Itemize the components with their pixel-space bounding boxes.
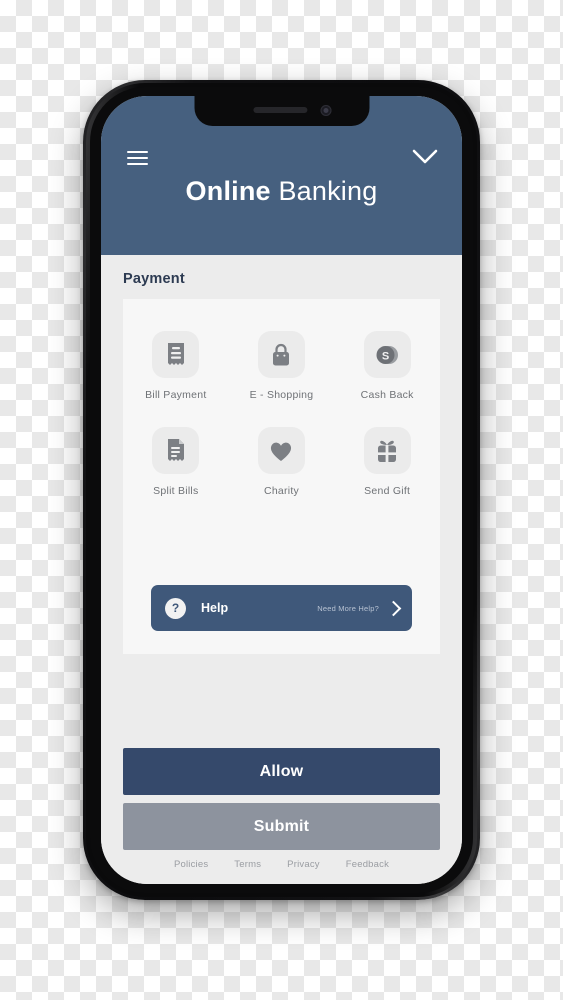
tile-bill-payment[interactable]: Bill Payment: [123, 331, 229, 401]
tile-charity[interactable]: Charity: [229, 427, 335, 497]
gift-box-icon: [363, 427, 411, 474]
phone-device-frame: Online Banking Payment Bill Payment E - …: [83, 80, 480, 900]
footer-link-privacy[interactable]: Privacy: [287, 859, 320, 870]
coin-dollar-icon: S: [363, 331, 411, 378]
hamburger-menu-icon[interactable]: [127, 151, 148, 165]
tile-label: Split Bills: [153, 485, 199, 497]
footer-link-feedback[interactable]: Feedback: [346, 859, 389, 870]
app-title-light: Banking: [278, 176, 378, 206]
submit-button[interactable]: Submit: [123, 803, 440, 850]
tile-label: Send Gift: [364, 485, 411, 497]
chevron-right-icon: [385, 600, 402, 616]
footer-link-terms[interactable]: Terms: [234, 859, 261, 870]
payment-tile-grid: Bill Payment E - Shopping S Cash Back Sp…: [123, 331, 440, 497]
earpiece-speaker: [253, 107, 308, 113]
split-receipt-icon: [152, 427, 200, 474]
allow-button[interactable]: Allow: [123, 748, 440, 795]
question-mark-icon: ?: [165, 597, 186, 619]
app-title-bold: Online: [185, 176, 271, 206]
front-camera-icon: [320, 105, 331, 116]
tile-label: Cash Back: [360, 389, 414, 401]
app-body: Payment Bill Payment E - Shopping S Cash…: [101, 255, 462, 884]
payment-card: Bill Payment E - Shopping S Cash Back Sp…: [123, 299, 440, 654]
help-banner[interactable]: ? Help Need More Help?: [151, 585, 412, 631]
help-label: Help: [201, 601, 229, 615]
page-title: Online Banking: [101, 176, 462, 207]
tile-send-gift[interactable]: Send Gift: [334, 427, 440, 497]
heart-icon: [257, 427, 305, 474]
footer-links: Policies Terms Privacy Feedback: [101, 859, 462, 884]
footer-link-policies[interactable]: Policies: [174, 859, 208, 870]
tile-label: Charity: [263, 485, 299, 497]
section-title-payment: Payment: [123, 271, 185, 287]
action-buttons: Allow Submit Policies Terms Privacy Feed…: [101, 748, 462, 884]
help-sub-label: Need More Help?: [317, 603, 379, 613]
chevron-down-icon[interactable]: [412, 148, 438, 166]
tile-label: E - Shopping: [249, 389, 314, 401]
phone-screen: Online Banking Payment Bill Payment E - …: [101, 96, 462, 884]
svg-text:S: S: [382, 350, 389, 362]
tile-e-shopping[interactable]: E - Shopping: [229, 331, 335, 401]
shopping-bag-icon: [257, 331, 305, 378]
tile-cash-back[interactable]: S Cash Back: [334, 331, 440, 401]
tile-split-bills[interactable]: Split Bills: [123, 427, 229, 497]
tile-label: Bill Payment: [145, 389, 207, 401]
receipt-icon: [152, 331, 200, 378]
phone-notch: [194, 96, 369, 126]
